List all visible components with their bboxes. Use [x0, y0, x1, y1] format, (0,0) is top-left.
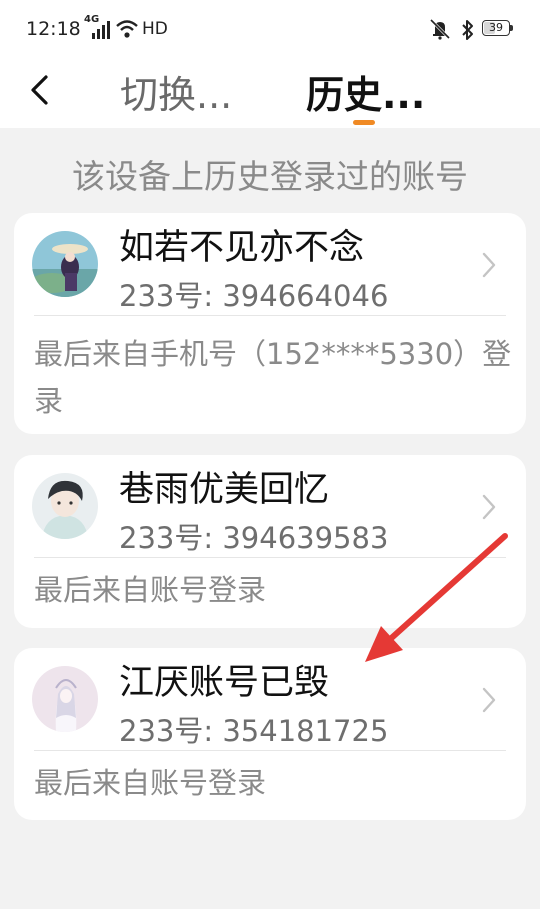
hd-indicator: HD: [142, 19, 168, 39]
status-time: 12:18: [26, 18, 81, 40]
battery-level: 39: [489, 21, 503, 34]
back-arrow-icon[interactable]: [22, 72, 58, 108]
divider: [34, 750, 506, 751]
section-title: 该设备上历史登录过的账号: [72, 157, 468, 196]
wifi-icon: [116, 20, 138, 38]
active-tab-indicator: [353, 120, 375, 125]
account-id: 233号: 394639583: [119, 521, 389, 555]
account-card[interactable]: 如若不见亦不念 233号: 394664046 最后来自手机号（152****5…: [14, 213, 526, 434]
tab-history-accounts[interactable]: 历史...: [306, 64, 425, 119]
divider: [34, 315, 506, 316]
chevron-right-icon: [482, 494, 496, 520]
tab-switch-account[interactable]: 切换...: [120, 64, 232, 119]
status-bar: 12:18 4G HD 39: [0, 0, 540, 58]
chevron-right-icon: [482, 687, 496, 713]
avatar: [32, 666, 98, 732]
last-login-info: 最后来自账号登录: [34, 766, 267, 800]
account-name: 巷雨优美回忆: [119, 470, 330, 510]
avatar: [32, 473, 98, 539]
red-arrow-annotation: [365, 533, 508, 662]
nav-header: 切换... 历史...: [0, 58, 540, 128]
account-id: 233号: 394664046: [119, 279, 389, 313]
account-card[interactable]: 江厌账号已毁 233号: 354181725 最后来自账号登录: [14, 648, 526, 820]
account-name: 江厌账号已毁: [119, 663, 330, 703]
mute-bell-icon: [429, 18, 451, 40]
account-name: 如若不见亦不念: [119, 228, 365, 268]
account-id: 233号: 354181725: [119, 714, 389, 748]
battery-icon: 39: [482, 20, 514, 38]
chevron-right-icon: [482, 252, 496, 278]
last-login-info: 最后来自手机号（152****5330）登录: [34, 337, 512, 418]
avatar: [32, 231, 98, 297]
bluetooth-icon: [462, 20, 473, 40]
signal-icon: [92, 21, 110, 39]
